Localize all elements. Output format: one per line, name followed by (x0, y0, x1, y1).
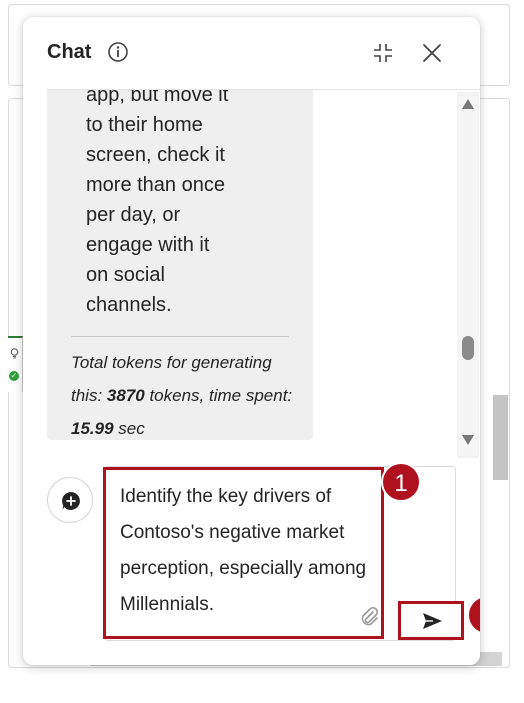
assistant-message-text: app, but move it to their home screen, c… (86, 90, 286, 320)
step-badge-2: 2 (467, 595, 480, 635)
message-line: to their home (86, 114, 203, 136)
scroll-up-arrow-icon[interactable] (461, 98, 475, 110)
paperclip-icon[interactable] (359, 606, 379, 628)
message-line: screen, check it (86, 144, 225, 166)
message-line: on social (86, 264, 165, 286)
assistant-message-bubble: app, but move it to their home screen, c… (47, 90, 313, 440)
background-scrollbar[interactable] (493, 395, 508, 480)
lightbulb-icon (10, 348, 19, 359)
scroll-thumb[interactable] (462, 336, 474, 360)
token-divider (71, 336, 289, 337)
add-chat-icon (62, 492, 80, 510)
close-icon[interactable] (421, 42, 443, 64)
send-button[interactable] (398, 601, 464, 640)
new-chat-button[interactable] (47, 477, 93, 523)
info-icon[interactable] (107, 41, 129, 63)
token-mid: tokens, time spent: (144, 386, 293, 405)
message-line: more than once (86, 174, 225, 196)
chat-title: Chat (47, 41, 92, 63)
background-left-fragment (8, 336, 23, 392)
time-spent: 15.99 (71, 419, 114, 438)
screenshot-stage: ✓ Chat app, but move it to their home sc… (0, 0, 524, 703)
message-line: app, but move it (86, 90, 229, 106)
chat-header: Chat (23, 17, 480, 89)
send-icon (423, 613, 442, 629)
message-line: engage with it (86, 234, 210, 256)
message-line: channels. (86, 294, 172, 316)
scroll-down-arrow-icon[interactable] (461, 434, 475, 446)
token-usage-info: Total tokens for generating this: 3870 t… (71, 346, 301, 445)
collapse-icon[interactable] (372, 42, 394, 64)
message-scrollbar[interactable] (457, 92, 479, 458)
time-unit: sec (113, 419, 145, 438)
token-count: 3870 (106, 386, 145, 405)
step-badge-1: 1 (381, 462, 421, 502)
input-highlight-box (103, 467, 384, 639)
message-line: per day, or (86, 204, 181, 226)
chat-panel: Chat app, but move it to their home scre… (23, 17, 480, 665)
message-list: app, but move it to their home screen, c… (23, 90, 480, 461)
check-icon: ✓ (9, 371, 19, 381)
